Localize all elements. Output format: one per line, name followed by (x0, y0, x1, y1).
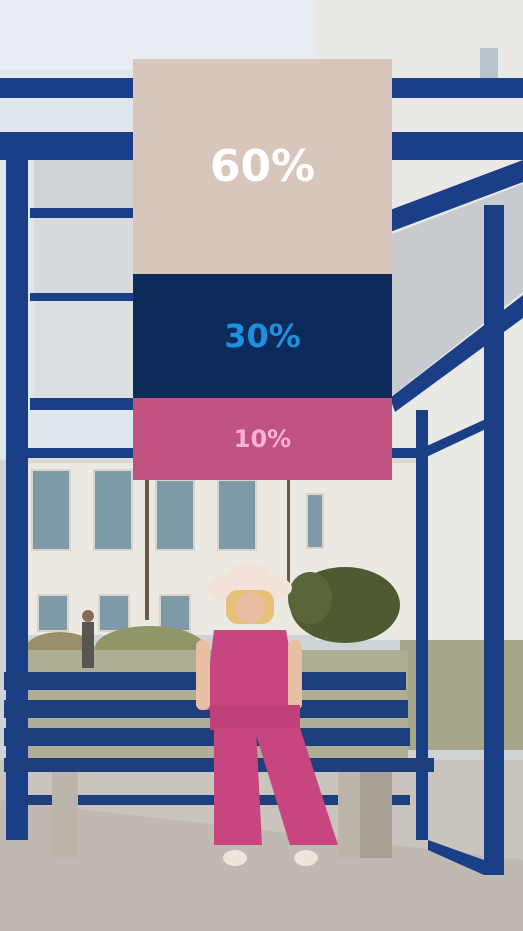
swatch-10-percent: 10% (133, 398, 392, 480)
color-ratio-palette: 60% 30% 10% (133, 59, 392, 480)
swatch-10-label: 10% (233, 425, 292, 453)
swatch-60-label: 60% (209, 141, 316, 192)
swatch-60-percent: 60% (133, 59, 392, 274)
swatch-30-label: 30% (224, 317, 301, 355)
swatch-30-percent: 30% (133, 274, 392, 398)
